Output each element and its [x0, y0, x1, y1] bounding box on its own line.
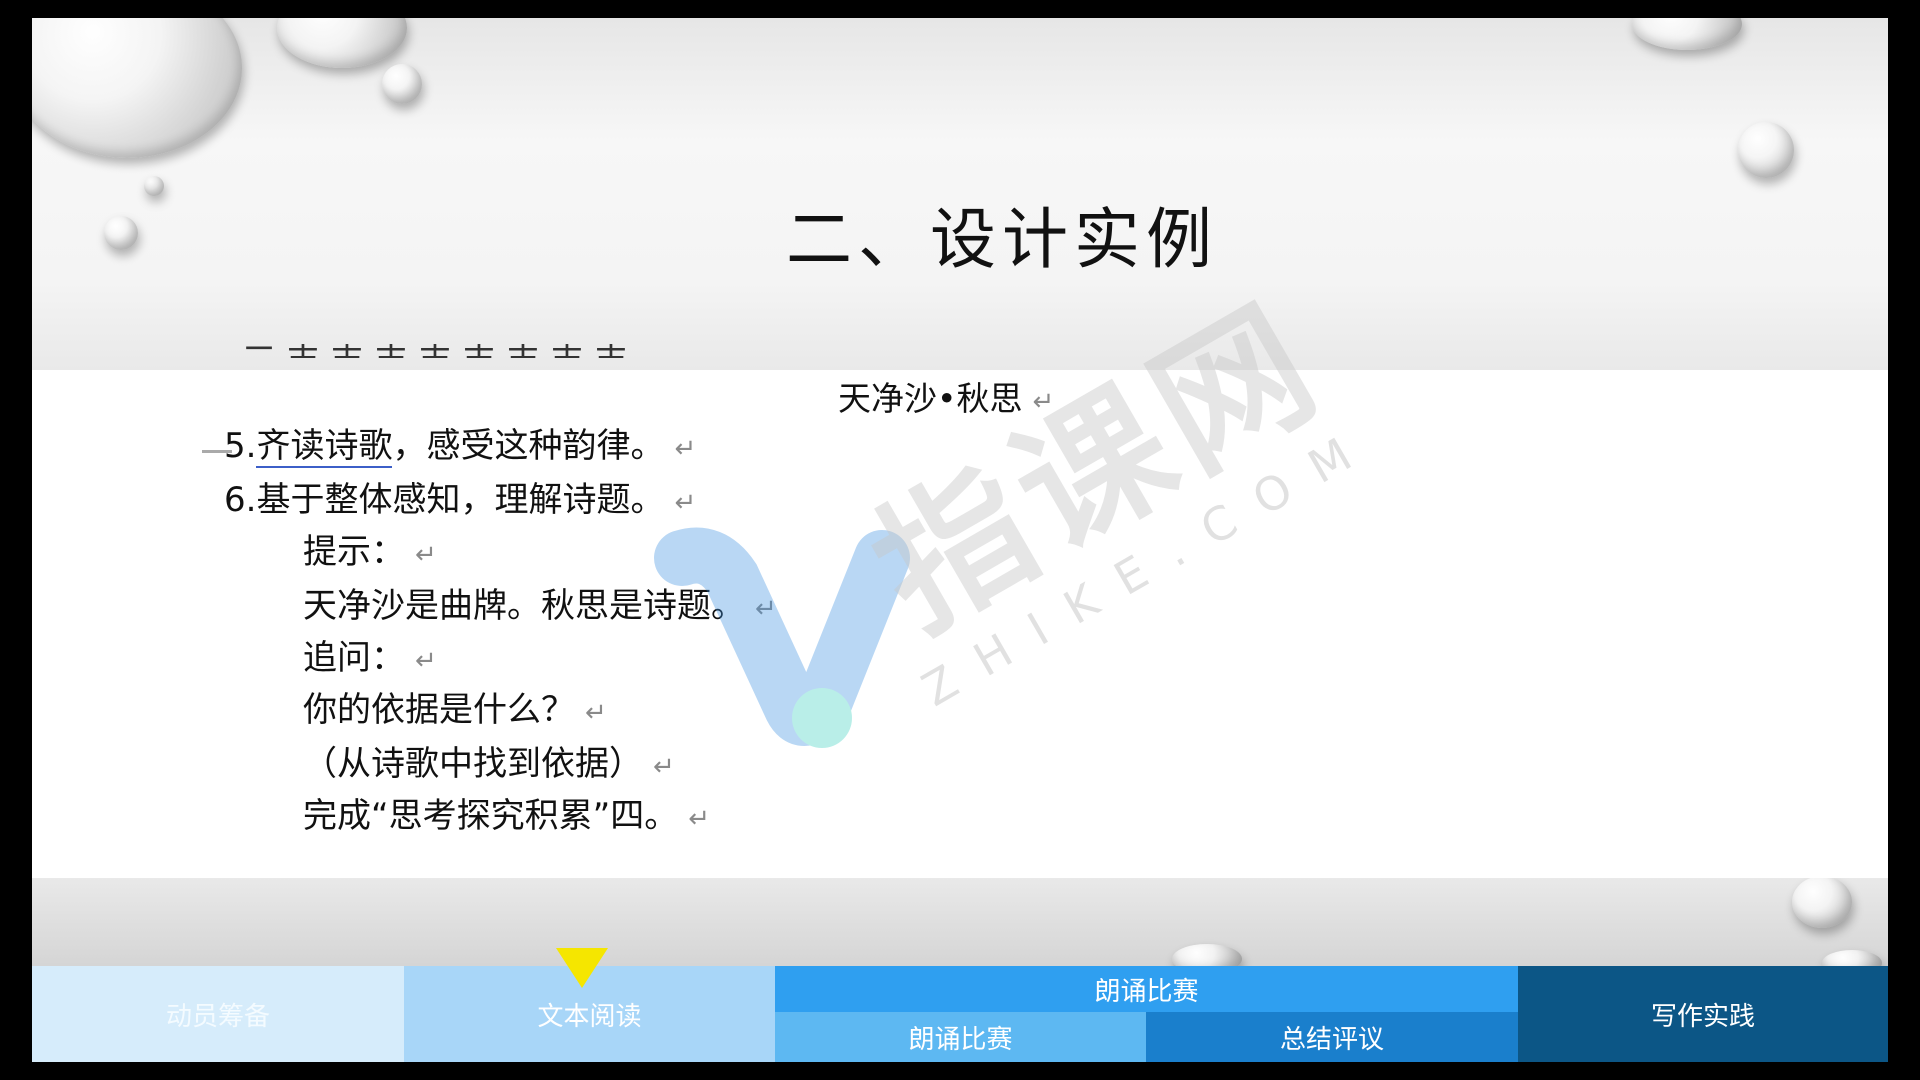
nav-subtab-summary[interactable]: 总结评议: [1146, 1012, 1518, 1062]
water-drop-decoration: [1792, 876, 1852, 928]
doc-line-6: 你的依据是什么？ ↵: [303, 688, 607, 735]
doc-line-2: 6.基于整体感知，理解诗题。 ↵: [224, 478, 696, 525]
water-drop-decoration: [382, 64, 422, 104]
doc-line-7: （从诗歌中找到依据） ↵: [303, 742, 675, 789]
slide: 二、设计实例 三丰丰丰丰丰丰丰丰 天净沙•秋思↵ 5.齐读诗歌，感受这种韵律。↵…: [32, 18, 1888, 1062]
doc-line-3: 提示： ↵: [303, 530, 437, 577]
return-mark-icon: ↵: [674, 488, 697, 518]
cropped-text-line: 三丰丰丰丰丰丰丰丰: [242, 344, 638, 358]
active-tab-marker-icon: [556, 948, 608, 988]
doc-line-5: 追问： ↵: [303, 636, 437, 683]
return-mark-icon: ↵: [674, 434, 697, 464]
return-mark-icon: ↵: [585, 698, 607, 728]
doc-line-8: 完成“思考探究积累”四。 ↵: [303, 794, 710, 841]
return-mark-icon: ↵: [415, 646, 437, 676]
water-drop-decoration: [1738, 122, 1794, 178]
line-text: ，感受这种韵律。: [392, 426, 665, 466]
line-text: 完成“思考探究积累”四。: [303, 796, 679, 836]
nav-subtab-recitation[interactable]: 朗诵比赛: [775, 1012, 1146, 1062]
line-text: 你的依据是什么？: [303, 690, 575, 730]
line-text: 提示：: [303, 532, 405, 572]
line-text: 追问：: [303, 638, 405, 678]
underlined-phrase: 齐读诗歌: [256, 426, 393, 468]
nav-tab-writing[interactable]: 写作实践: [1518, 966, 1888, 1062]
return-mark-icon: ↵: [415, 540, 437, 570]
doc-line-1: 5.齐读诗歌，感受这种韵律。 ↵: [224, 424, 696, 471]
nav-tab-mobilize[interactable]: 动员筹备: [32, 966, 404, 1062]
progress-nav: 动员筹备 文本阅读 朗诵比赛 朗诵比赛 总结评议 写作实践: [32, 966, 1888, 1062]
page-title: 二、设计实例: [786, 201, 1218, 278]
line-text: 6.基于整体感知，理解诗题。: [224, 480, 665, 520]
line-number: 5.: [224, 426, 257, 466]
return-mark-icon: ↵: [688, 804, 711, 834]
nav-tab-recitation[interactable]: 朗诵比赛: [775, 966, 1518, 1012]
line-text: （从诗歌中找到依据）: [303, 744, 643, 784]
